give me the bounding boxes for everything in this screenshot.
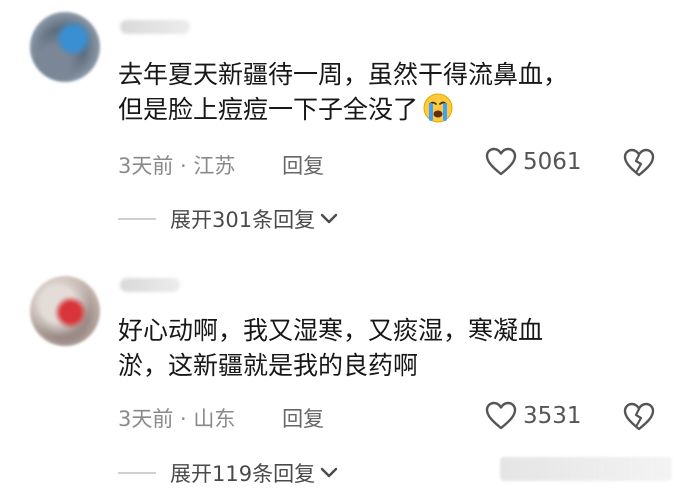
comment-meta: 3天前 · 山东 回复	[118, 403, 324, 433]
username-blurred[interactable]	[120, 20, 190, 34]
comment-text-line: 淤，这新疆就是我的良药啊	[118, 351, 419, 380]
reply-button[interactable]: 回复	[282, 154, 324, 178]
broken-heart-icon[interactable]	[622, 146, 656, 180]
reply-button[interactable]: 回复	[282, 407, 324, 431]
crying-face-icon	[423, 93, 453, 123]
divider-line	[118, 472, 156, 474]
expand-replies-label: 展开301条回复	[170, 208, 316, 232]
time-location: 3天前 · 江苏	[118, 154, 236, 178]
comment-meta: 3天前 · 江苏 回复	[118, 150, 324, 180]
heart-icon	[485, 147, 517, 176]
broken-heart-icon[interactable]	[622, 400, 656, 434]
chevron-down-icon	[320, 467, 338, 478]
comment-text: 去年夏天新疆待一周，虽然干得流鼻血， 但是脸上痘痘一下子全没了	[118, 57, 678, 127]
like-count: 5061	[523, 149, 582, 175]
comment-text: 好心动啊，我又湿寒，又痰湿，寒凝血 淤，这新疆就是我的良药啊	[118, 313, 678, 383]
avatar[interactable]	[30, 276, 100, 346]
expand-replies-label: 展开119条回复	[170, 462, 316, 486]
comment-item: 去年夏天新疆待一周，虽然干得流鼻血， 但是脸上痘痘一下子全没了 3天前 · 江苏…	[0, 0, 690, 250]
expand-replies[interactable]: 展开119条回复	[118, 458, 339, 488]
expand-replies[interactable]: 展开301条回复	[118, 204, 339, 234]
username-blurred[interactable]	[120, 278, 180, 292]
comment-text-line: 但是脸上痘痘一下子全没了	[118, 92, 678, 127]
like-count: 3531	[523, 403, 582, 429]
watermark-blurred	[500, 457, 672, 481]
chevron-down-icon	[320, 213, 338, 224]
divider-line	[118, 218, 156, 220]
comment-text-line: 好心动啊，我又湿寒，又痰湿，寒凝血	[118, 316, 544, 345]
time-location: 3天前 · 山东	[118, 407, 236, 431]
heart-icon	[485, 401, 517, 430]
like-button[interactable]: 3531	[485, 400, 582, 432]
avatar[interactable]	[30, 12, 100, 82]
like-button[interactable]: 5061	[485, 146, 582, 178]
comment-text-fragment: 但是脸上痘痘一下子全没了	[118, 95, 419, 124]
comment-text-line: 去年夏天新疆待一周，虽然干得流鼻血，	[118, 60, 569, 89]
